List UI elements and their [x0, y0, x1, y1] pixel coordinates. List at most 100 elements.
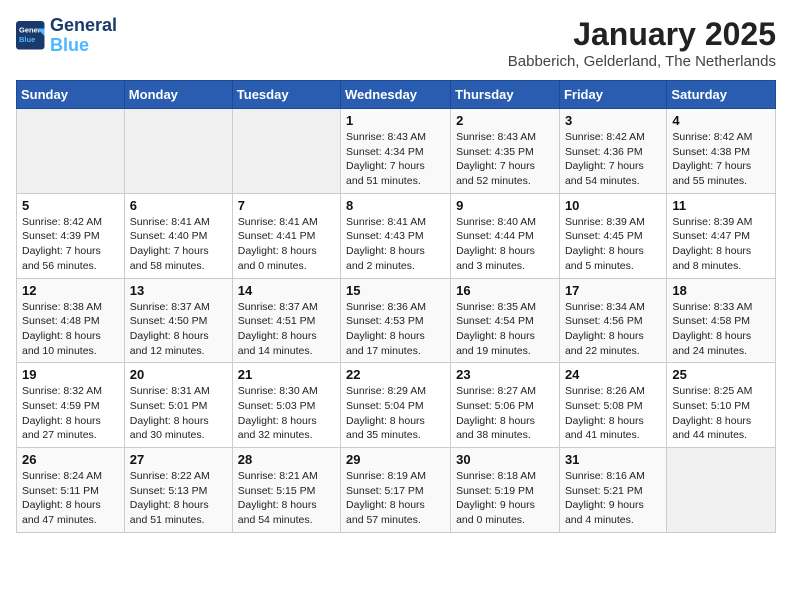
day-number: 9	[456, 198, 554, 213]
calendar-cell: 28 Sunrise: 8:21 AM Sunset: 5:15 PM Dayli…	[232, 448, 340, 533]
day-number: 11	[672, 198, 770, 213]
day-info: Sunrise: 8:18 AM Sunset: 5:19 PM Dayligh…	[456, 469, 554, 528]
day-info: Sunrise: 8:40 AM Sunset: 4:44 PM Dayligh…	[456, 215, 554, 274]
day-number: 10	[565, 198, 661, 213]
day-number: 17	[565, 283, 661, 298]
logo-icon: General Blue	[16, 21, 46, 51]
day-number: 28	[238, 452, 335, 467]
header-day-friday: Friday	[559, 81, 666, 109]
day-info: Sunrise: 8:42 AM Sunset: 4:36 PM Dayligh…	[565, 130, 661, 189]
day-info: Sunrise: 8:25 AM Sunset: 5:10 PM Dayligh…	[672, 384, 770, 443]
calendar-cell: 26 Sunrise: 8:24 AM Sunset: 5:11 PM Dayli…	[17, 448, 125, 533]
calendar-cell: 24Sunrise: 8:26 AM Sunset: 5:08 PM Dayli…	[559, 363, 666, 448]
calendar-cell: 14 Sunrise: 8:37 AM Sunset: 4:51 PM Dayli…	[232, 278, 340, 363]
day-number: 26	[22, 452, 119, 467]
day-info: Sunrise: 8:41 AM Sunset: 4:40 PM Dayligh…	[130, 215, 227, 274]
day-number: 21	[238, 367, 335, 382]
day-number: 18	[672, 283, 770, 298]
calendar-cell: 18 Sunrise: 8:33 AM Sunset: 4:58 PM Dayli…	[667, 278, 776, 363]
day-info: Sunrise: 8:31 AM Sunset: 5:01 PM Dayligh…	[130, 384, 227, 443]
day-info: Sunrise: 8:42 AM Sunset: 4:38 PM Dayligh…	[672, 130, 770, 189]
week-row-4: 19Sunrise: 8:32 AM Sunset: 4:59 PM Dayli…	[17, 363, 776, 448]
day-number: 22	[346, 367, 445, 382]
day-number: 31	[565, 452, 661, 467]
calendar-cell: 6 Sunrise: 8:41 AM Sunset: 4:40 PM Daylig…	[124, 193, 232, 278]
day-info: Sunrise: 8:42 AM Sunset: 4:39 PM Dayligh…	[22, 215, 119, 274]
day-info: Sunrise: 8:27 AM Sunset: 5:06 PM Dayligh…	[456, 384, 554, 443]
day-info: Sunrise: 8:22 AM Sunset: 5:13 PM Dayligh…	[130, 469, 227, 528]
calendar-cell: 31Sunrise: 8:16 AM Sunset: 5:21 PM Dayli…	[559, 448, 666, 533]
calendar-cell: 20 Sunrise: 8:31 AM Sunset: 5:01 PM Dayli…	[124, 363, 232, 448]
day-number: 1	[346, 113, 445, 128]
calendar-cell: 29Sunrise: 8:19 AM Sunset: 5:17 PM Dayli…	[341, 448, 451, 533]
calendar-cell: 25 Sunrise: 8:25 AM Sunset: 5:10 PM Dayli…	[667, 363, 776, 448]
calendar-cell: 5 Sunrise: 8:42 AM Sunset: 4:39 PM Daylig…	[17, 193, 125, 278]
day-info: Sunrise: 8:37 AM Sunset: 4:51 PM Dayligh…	[238, 300, 335, 359]
week-row-2: 5 Sunrise: 8:42 AM Sunset: 4:39 PM Daylig…	[17, 193, 776, 278]
day-number: 2	[456, 113, 554, 128]
calendar-cell: 19Sunrise: 8:32 AM Sunset: 4:59 PM Dayli…	[17, 363, 125, 448]
week-row-3: 12 Sunrise: 8:38 AM Sunset: 4:48 PM Dayli…	[17, 278, 776, 363]
day-info: Sunrise: 8:37 AM Sunset: 4:50 PM Dayligh…	[130, 300, 227, 359]
calendar-cell: 4 Sunrise: 8:42 AM Sunset: 4:38 PM Daylig…	[667, 109, 776, 194]
day-number: 30	[456, 452, 554, 467]
calendar-subtitle: Babberich, Gelderland, The Netherlands	[508, 53, 776, 70]
header-day-tuesday: Tuesday	[232, 81, 340, 109]
day-info: Sunrise: 8:33 AM Sunset: 4:58 PM Dayligh…	[672, 300, 770, 359]
calendar-cell: 9 Sunrise: 8:40 AM Sunset: 4:44 PM Daylig…	[451, 193, 560, 278]
day-number: 8	[346, 198, 445, 213]
day-info: Sunrise: 8:41 AM Sunset: 4:43 PM Dayligh…	[346, 215, 445, 274]
calendar-cell: 23 Sunrise: 8:27 AM Sunset: 5:06 PM Dayli…	[451, 363, 560, 448]
calendar-cell: 30 Sunrise: 8:18 AM Sunset: 5:19 PM Dayli…	[451, 448, 560, 533]
calendar-header-row: SundayMondayTuesdayWednesdayThursdayFrid…	[17, 81, 776, 109]
calendar-cell: 12 Sunrise: 8:38 AM Sunset: 4:48 PM Dayli…	[17, 278, 125, 363]
logo-line2: Blue	[50, 35, 89, 55]
day-number: 7	[238, 198, 335, 213]
calendar-cell: 16 Sunrise: 8:35 AM Sunset: 4:54 PM Dayli…	[451, 278, 560, 363]
calendar-cell: 13 Sunrise: 8:37 AM Sunset: 4:50 PM Dayli…	[124, 278, 232, 363]
calendar-cell: 11 Sunrise: 8:39 AM Sunset: 4:47 PM Dayli…	[667, 193, 776, 278]
logo: General Blue General Blue	[16, 16, 117, 56]
week-row-1: 1Sunrise: 8:43 AM Sunset: 4:34 PM Daylig…	[17, 109, 776, 194]
day-info: Sunrise: 8:38 AM Sunset: 4:48 PM Dayligh…	[22, 300, 119, 359]
svg-text:Blue: Blue	[19, 35, 35, 44]
calendar-cell: 8 Sunrise: 8:41 AM Sunset: 4:43 PM Daylig…	[341, 193, 451, 278]
day-info: Sunrise: 8:19 AM Sunset: 5:17 PM Dayligh…	[346, 469, 445, 528]
day-info: Sunrise: 8:39 AM Sunset: 4:47 PM Dayligh…	[672, 215, 770, 274]
day-number: 23	[456, 367, 554, 382]
header: General Blue General Blue January 2025 B…	[16, 16, 776, 70]
day-number: 12	[22, 283, 119, 298]
day-number: 25	[672, 367, 770, 382]
title-area: January 2025 Babberich, Gelderland, The …	[508, 16, 776, 70]
day-info: Sunrise: 8:30 AM Sunset: 5:03 PM Dayligh…	[238, 384, 335, 443]
calendar-cell: 27Sunrise: 8:22 AM Sunset: 5:13 PM Dayli…	[124, 448, 232, 533]
day-number: 13	[130, 283, 227, 298]
day-info: Sunrise: 8:35 AM Sunset: 4:54 PM Dayligh…	[456, 300, 554, 359]
day-number: 14	[238, 283, 335, 298]
calendar-cell: 2Sunrise: 8:43 AM Sunset: 4:35 PM Daylig…	[451, 109, 560, 194]
day-info: Sunrise: 8:36 AM Sunset: 4:53 PM Dayligh…	[346, 300, 445, 359]
day-info: Sunrise: 8:21 AM Sunset: 5:15 PM Dayligh…	[238, 469, 335, 528]
calendar-cell	[124, 109, 232, 194]
day-number: 5	[22, 198, 119, 213]
day-info: Sunrise: 8:24 AM Sunset: 5:11 PM Dayligh…	[22, 469, 119, 528]
calendar-cell: 7 Sunrise: 8:41 AM Sunset: 4:41 PM Daylig…	[232, 193, 340, 278]
header-day-saturday: Saturday	[667, 81, 776, 109]
day-info: Sunrise: 8:29 AM Sunset: 5:04 PM Dayligh…	[346, 384, 445, 443]
calendar-cell: 10 Sunrise: 8:39 AM Sunset: 4:45 PM Dayli…	[559, 193, 666, 278]
day-number: 15	[346, 283, 445, 298]
logo-line1: General	[50, 15, 117, 35]
day-number: 19	[22, 367, 119, 382]
header-day-wednesday: Wednesday	[341, 81, 451, 109]
day-number: 20	[130, 367, 227, 382]
calendar-cell	[17, 109, 125, 194]
header-day-sunday: Sunday	[17, 81, 125, 109]
day-info: Sunrise: 8:39 AM Sunset: 4:45 PM Dayligh…	[565, 215, 661, 274]
day-number: 4	[672, 113, 770, 128]
calendar-cell	[232, 109, 340, 194]
day-number: 24	[565, 367, 661, 382]
day-number: 6	[130, 198, 227, 213]
day-info: Sunrise: 8:41 AM Sunset: 4:41 PM Dayligh…	[238, 215, 335, 274]
day-number: 16	[456, 283, 554, 298]
day-number: 3	[565, 113, 661, 128]
